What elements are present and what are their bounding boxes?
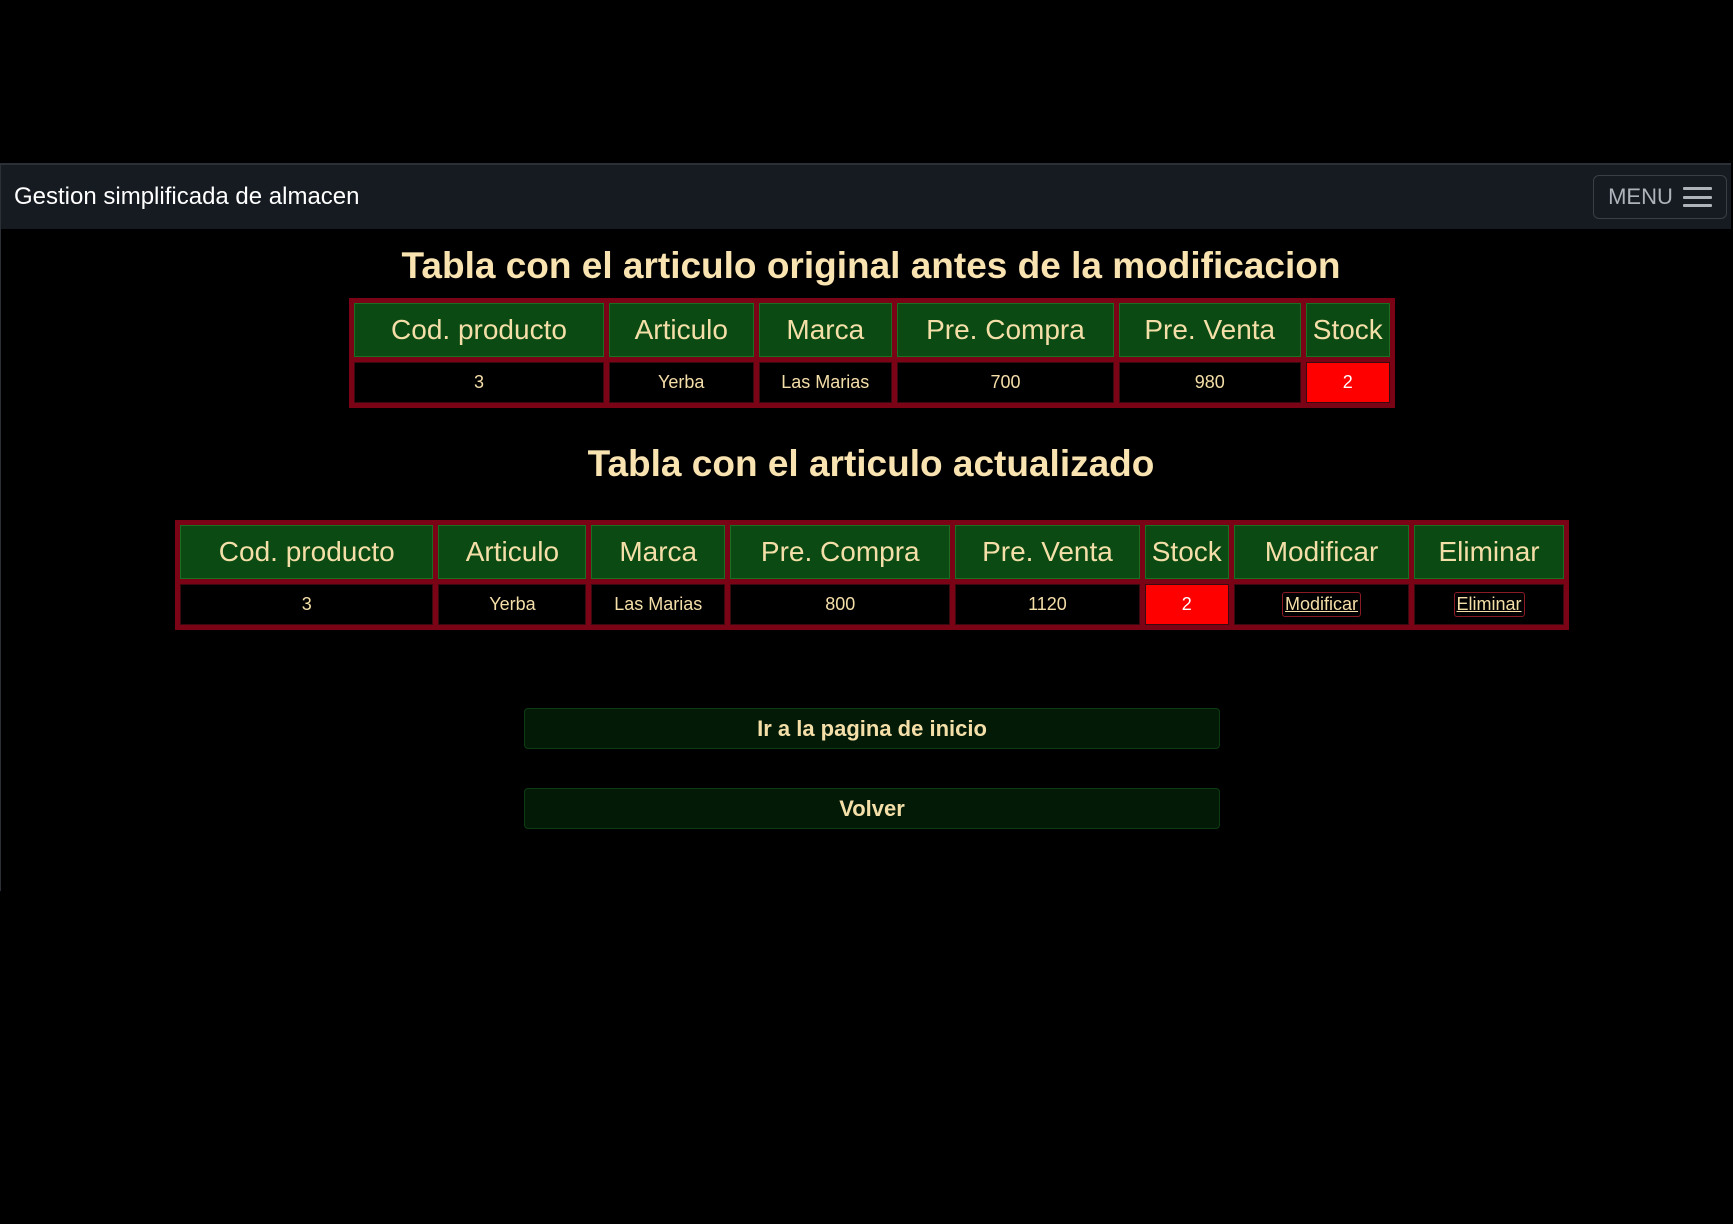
col-header-marca: Marca <box>591 525 726 579</box>
cell-codigo: 3 <box>354 362 604 403</box>
cell-eliminar: Eliminar <box>1414 584 1564 625</box>
col-header-articulo: Articulo <box>608 303 754 357</box>
cell-stock: 2 <box>1144 584 1230 625</box>
col-header-stock: Stock <box>1144 525 1230 579</box>
home-button[interactable]: Ir a la pagina de inicio <box>524 708 1220 749</box>
col-header-pre-venta: Pre. Venta <box>955 525 1140 579</box>
brand-title[interactable]: Gestion simplificada de almacen <box>14 183 360 211</box>
top-blank-area <box>0 0 1733 163</box>
eliminar-link[interactable]: Eliminar <box>1453 592 1525 617</box>
updated-table-title: Tabla con el articulo actualizado <box>587 443 1155 484</box>
hamburger-icon <box>1682 187 1712 207</box>
table-header-row: Cod. producto Articulo Marca Pre. Compra… <box>180 525 1564 579</box>
table-row: 3 Yerba Las Marias 800 1120 2 Modificar … <box>180 584 1564 625</box>
cell-pre-compra: 800 <box>730 584 951 625</box>
col-header-stock: Stock <box>1305 303 1390 357</box>
col-header-pre-compra: Pre. Compra <box>897 303 1114 357</box>
col-header-codigo: Cod. producto <box>354 303 604 357</box>
page-left-border <box>0 229 1 891</box>
cell-marca: Las Marias <box>591 584 726 625</box>
cell-marca: Las Marias <box>758 362 893 403</box>
col-header-marca: Marca <box>758 303 893 357</box>
back-button[interactable]: Volver <box>524 788 1220 829</box>
menu-button[interactable]: MENU <box>1593 175 1727 219</box>
cell-modificar: Modificar <box>1234 584 1410 625</box>
original-article-table: Cod. producto Articulo Marca Pre. Compra… <box>349 298 1395 408</box>
cell-articulo: Yerba <box>608 362 754 403</box>
updated-article-table: Cod. producto Articulo Marca Pre. Compra… <box>175 520 1569 630</box>
cell-codigo: 3 <box>180 584 434 625</box>
col-header-pre-compra: Pre. Compra <box>730 525 951 579</box>
table-header-row: Cod. producto Articulo Marca Pre. Compra… <box>354 303 1390 357</box>
table-row: 3 Yerba Las Marias 700 980 2 <box>354 362 1390 403</box>
col-header-eliminar: Eliminar <box>1414 525 1564 579</box>
cell-articulo: Yerba <box>438 584 587 625</box>
cell-stock: 2 <box>1305 362 1390 403</box>
cell-pre-venta: 1120 <box>955 584 1140 625</box>
col-header-pre-venta: Pre. Venta <box>1118 303 1301 357</box>
col-header-modificar: Modificar <box>1234 525 1410 579</box>
cell-pre-venta: 980 <box>1118 362 1301 403</box>
col-header-articulo: Articulo <box>438 525 587 579</box>
cell-pre-compra: 700 <box>897 362 1114 403</box>
col-header-codigo: Cod. producto <box>180 525 434 579</box>
menu-label: MENU <box>1608 184 1673 209</box>
original-table-title: Tabla con el articulo original antes de … <box>401 245 1341 286</box>
navbar: Gestion simplificada de almacen MENU <box>0 163 1731 229</box>
modificar-link[interactable]: Modificar <box>1282 592 1362 617</box>
